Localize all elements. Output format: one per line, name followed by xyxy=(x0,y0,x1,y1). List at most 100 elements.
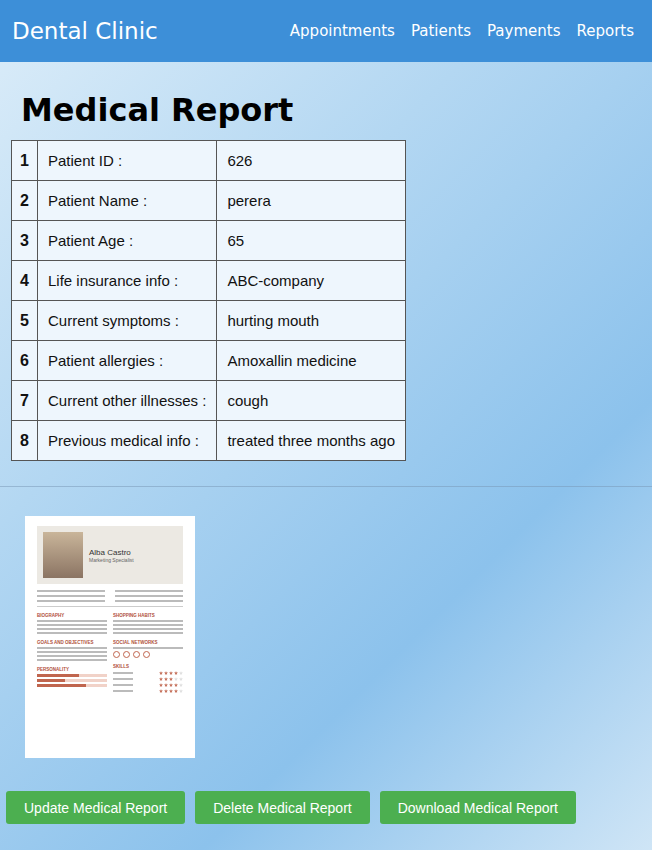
personality-bar-fill xyxy=(37,674,79,677)
brand[interactable]: Dental Clinic xyxy=(12,18,158,44)
document-preview[interactable]: Alba CastroMarketing Specialist BIOGRAPHY… xyxy=(25,516,195,758)
star-icon xyxy=(169,677,173,681)
row-label: Current symptoms : xyxy=(38,301,217,341)
skill-row xyxy=(113,683,183,687)
star-icon xyxy=(174,689,178,693)
personality-bar xyxy=(37,674,107,677)
document-section: BIOGRAPHY xyxy=(37,613,107,634)
row-number: 2 xyxy=(12,181,38,221)
section-title: SKILLS xyxy=(113,664,183,669)
placeholder-line xyxy=(37,651,107,653)
star-icon xyxy=(179,671,183,675)
page: Dental Clinic Appointments Patients Payment… xyxy=(0,0,652,850)
document-section: GOALS AND OBJECTIVES xyxy=(37,640,107,661)
stars xyxy=(159,671,183,675)
row-label: Life insurance info : xyxy=(38,261,217,301)
section-title: SOCIAL NETWORKS xyxy=(113,640,183,645)
placeholder-line xyxy=(115,600,183,602)
placeholder-line xyxy=(115,595,183,597)
row-number: 6 xyxy=(12,341,38,381)
row-label: Patient Age : xyxy=(38,221,217,261)
row-label: Patient Name : xyxy=(38,181,217,221)
placeholder-line xyxy=(37,600,105,602)
action-button[interactable]: Update Medical Report xyxy=(6,791,185,824)
placeholder-line xyxy=(113,632,183,634)
placeholder-line xyxy=(37,628,107,630)
star-icon xyxy=(159,683,163,687)
star-icon xyxy=(179,683,183,687)
skill-row xyxy=(113,671,183,675)
placeholder-line xyxy=(113,620,183,622)
document-header: Alba CastroMarketing Specialist xyxy=(37,526,183,584)
star-icon xyxy=(159,677,163,681)
row-label: Patient allergies : xyxy=(38,341,217,381)
row-value: hurting mouth xyxy=(217,301,406,341)
star-icon xyxy=(164,683,168,687)
star-icon xyxy=(174,683,178,687)
placeholder-line xyxy=(37,590,105,592)
table-row: 8Previous medical info :treated three mo… xyxy=(12,421,406,461)
row-value: 65 xyxy=(217,221,406,261)
social-circle-icon xyxy=(143,651,150,658)
report-title: Medical Report xyxy=(21,88,652,132)
row-number: 1 xyxy=(12,141,38,181)
row-label: Patient ID : xyxy=(38,141,217,181)
placeholder-line xyxy=(113,690,133,692)
placeholder-line xyxy=(37,624,107,626)
table-row: 3Patient Age :65 xyxy=(12,221,406,261)
placeholder-line xyxy=(113,678,133,680)
placeholder-line xyxy=(113,624,183,626)
placeholder-line xyxy=(113,672,133,674)
star-icon xyxy=(159,689,163,693)
document-role: Marketing Specialist xyxy=(89,557,134,563)
table-row: 2Patient Name :perera xyxy=(12,181,406,221)
placeholder-line xyxy=(113,628,183,630)
document-columns: BIOGRAPHY GOALS AND OBJECTIVES PERSONALITY… xyxy=(37,613,183,693)
row-value: 626 xyxy=(217,141,406,181)
star-icon xyxy=(169,683,173,687)
star-icon xyxy=(164,671,168,675)
document-section: SKILLS xyxy=(113,664,183,693)
social-icons xyxy=(113,651,183,658)
nav-link[interactable]: Patients xyxy=(411,22,471,40)
row-number: 3 xyxy=(12,221,38,261)
document-section: SHOPPING HABITS xyxy=(113,613,183,634)
placeholder-line xyxy=(37,659,107,661)
stars xyxy=(159,683,183,687)
star-icon xyxy=(164,689,168,693)
navbar: Dental Clinic Appointments Patients Payment… xyxy=(0,0,652,62)
stars xyxy=(159,677,183,681)
document-section: PERSONALITY xyxy=(37,667,107,687)
row-value: ABC-company xyxy=(217,261,406,301)
row-label: Previous medical info : xyxy=(38,421,217,461)
document-info xyxy=(37,590,183,607)
star-icon xyxy=(179,677,183,681)
action-buttons: Update Medical Report Delete Medical Repo… xyxy=(6,791,652,824)
row-number: 5 xyxy=(12,301,38,341)
row-number: 8 xyxy=(12,421,38,461)
placeholder-line xyxy=(37,620,107,622)
personality-bar-fill xyxy=(37,679,65,682)
placeholder-line xyxy=(115,590,183,592)
star-icon xyxy=(164,677,168,681)
table-row: 7Current other illnesses :cough xyxy=(12,381,406,421)
table-row: 5Current symptoms :hurting mouth xyxy=(12,301,406,341)
section-title: BIOGRAPHY xyxy=(37,613,107,618)
nav-link[interactable]: Reports xyxy=(576,22,634,40)
document-column: BIOGRAPHY GOALS AND OBJECTIVES PERSONALITY xyxy=(37,613,107,693)
personality-bar xyxy=(37,679,107,682)
report-table: 1Patient ID :6262Patient Name :perera3Pa… xyxy=(11,140,406,461)
star-icon xyxy=(169,689,173,693)
action-button[interactable]: Download Medical Report xyxy=(380,791,576,824)
nav-link[interactable]: Payments xyxy=(487,22,560,40)
divider xyxy=(0,486,652,487)
document-identity: Alba CastroMarketing Specialist xyxy=(89,548,134,563)
nav-link[interactable]: Appointments xyxy=(290,22,395,40)
table-row: 1Patient ID :626 xyxy=(12,141,406,181)
placeholder-line xyxy=(37,655,107,657)
main-content: Medical Report1Patient ID :6262Patient N… xyxy=(0,62,652,824)
row-value: Amoxallin medicine xyxy=(217,341,406,381)
stars xyxy=(159,689,183,693)
action-button[interactable]: Delete Medical Report xyxy=(195,791,370,824)
social-circle-icon xyxy=(133,651,140,658)
